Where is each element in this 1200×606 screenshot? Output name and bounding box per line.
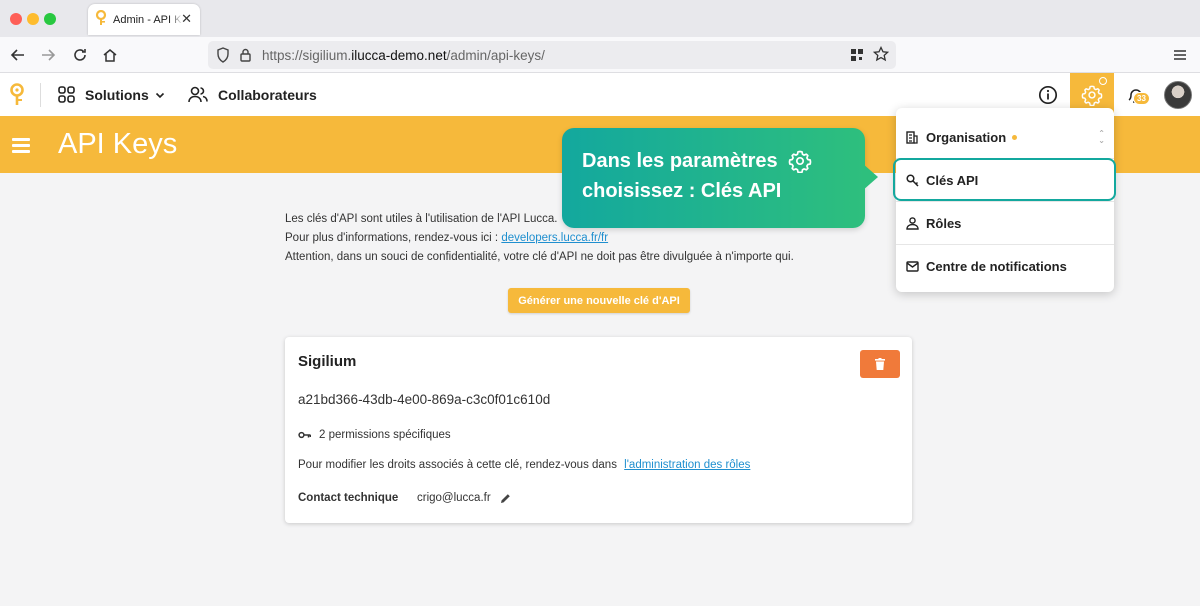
qr-code-icon[interactable] <box>850 48 864 67</box>
lucca-logo-icon[interactable] <box>8 83 26 112</box>
tab-favicon-icon <box>94 9 108 29</box>
zoom-window-button[interactable] <box>44 13 56 25</box>
forward-icon[interactable] <box>38 45 58 65</box>
dropdown-item-organisation[interactable]: Organisation ⌃ ⌄ <box>896 116 1114 159</box>
cles-api-highlight <box>893 158 1116 201</box>
back-icon[interactable] <box>8 45 28 65</box>
header-divider <box>40 83 41 107</box>
permissions-count: 2 permissions spécifiques <box>319 429 451 441</box>
solutions-label: Solutions <box>85 86 149 103</box>
callout-line-2: choisissez : Clés API <box>582 180 782 202</box>
url-bar[interactable]: https://sigilium.ilucca-demo.net/admin/a… <box>208 41 896 69</box>
dropdown-item-roles[interactable]: Rôles <box>896 202 1114 245</box>
collaborateurs-label: Collaborateurs <box>218 86 317 103</box>
generate-api-key-button[interactable]: Générer une nouvelle clé d'API <box>508 288 690 313</box>
tab-title: Admin - API Keys <box>113 13 183 26</box>
api-key-card: Sigilium a21bd366-43db-4e00-869a-c3c0f01… <box>285 337 912 523</box>
close-window-button[interactable] <box>10 13 22 25</box>
api-key-name: Sigilium <box>298 353 357 370</box>
building-icon <box>906 131 920 144</box>
reload-icon[interactable] <box>70 45 90 65</box>
grid-icon <box>58 86 75 103</box>
callout-arrow <box>862 163 878 191</box>
tutorial-callout: Dans les paramètres choisissez : Clés AP… <box>562 128 865 228</box>
callout-line-1: Dans les paramètres <box>582 146 845 176</box>
browser-tab[interactable]: Admin - API Keys ✕ <box>88 4 200 35</box>
minimize-window-button[interactable] <box>27 13 39 25</box>
collaborateurs-menu[interactable]: Collaborateurs <box>188 86 317 103</box>
info-icon[interactable] <box>1038 85 1058 110</box>
chevron-down-icon <box>155 91 165 99</box>
user-roles-icon <box>906 217 920 230</box>
browser-nav-bar: https://sigilium.ilucca-demo.net/admin/a… <box>0 37 1200 73</box>
hamburger-menu-icon[interactable] <box>12 138 30 156</box>
contact-technique-label: Contact technique <box>298 492 399 504</box>
settings-notification-dot <box>1099 77 1107 85</box>
dropdown-item-centre-notifications[interactable]: Centre de notifications <box>896 245 1114 288</box>
roles-admin-link[interactable]: l'administration des rôles <box>624 459 750 471</box>
contact-email: crigo@lucca.fr <box>417 492 491 504</box>
modify-rights-text: Pour modifier les droits associés à cett… <box>298 459 751 471</box>
contact-technique-value: crigo@lucca.fr <box>417 492 511 504</box>
notification-count-badge: 33 <box>1133 92 1150 105</box>
lock-icon[interactable] <box>239 47 252 68</box>
intro-line-3: Attention, dans un souci de confidential… <box>285 251 794 263</box>
browser-menu-icon[interactable] <box>1170 45 1190 65</box>
browser-tab-bar: Admin - API Keys ✕ <box>0 0 1200 37</box>
gear-icon <box>1081 84 1103 106</box>
trash-icon <box>875 358 885 370</box>
edit-pencil-icon[interactable] <box>500 493 511 504</box>
bookmark-star-icon[interactable] <box>872 45 890 67</box>
shield-icon[interactable] <box>216 47 230 68</box>
permissions-row: 2 permissions spécifiques <box>298 429 451 441</box>
url-text: https://sigilium.ilucca-demo.net/admin/a… <box>262 48 545 63</box>
user-avatar[interactable] <box>1164 81 1192 109</box>
organisation-notification-dot <box>1012 135 1018 140</box>
home-icon[interactable] <box>100 45 120 65</box>
chevron-up-down-icon: ⌃ ⌄ <box>1098 129 1105 145</box>
centre-notifications-label: Centre de notifications <box>926 259 1067 274</box>
roles-label: Rôles <box>926 216 962 231</box>
delete-api-key-button[interactable] <box>860 350 900 378</box>
tab-close-icon[interactable]: ✕ <box>181 11 192 27</box>
developers-link[interactable]: developers.lucca.fr/fr <box>501 232 608 244</box>
solutions-menu[interactable]: Solutions <box>58 86 165 103</box>
notifications-button[interactable]: 33 <box>1127 85 1150 110</box>
users-icon <box>188 86 208 103</box>
api-key-value: a21bd366-43db-4e00-869a-c3c0f01c610d <box>298 392 551 407</box>
mail-icon <box>906 261 920 272</box>
page-title: API Keys <box>58 128 178 160</box>
intro-line-2: Pour plus d'informations, rendez-vous ic… <box>285 232 609 244</box>
key-icon <box>298 431 311 439</box>
organisation-label: Organisation <box>926 130 1007 145</box>
gear-icon <box>788 149 812 173</box>
